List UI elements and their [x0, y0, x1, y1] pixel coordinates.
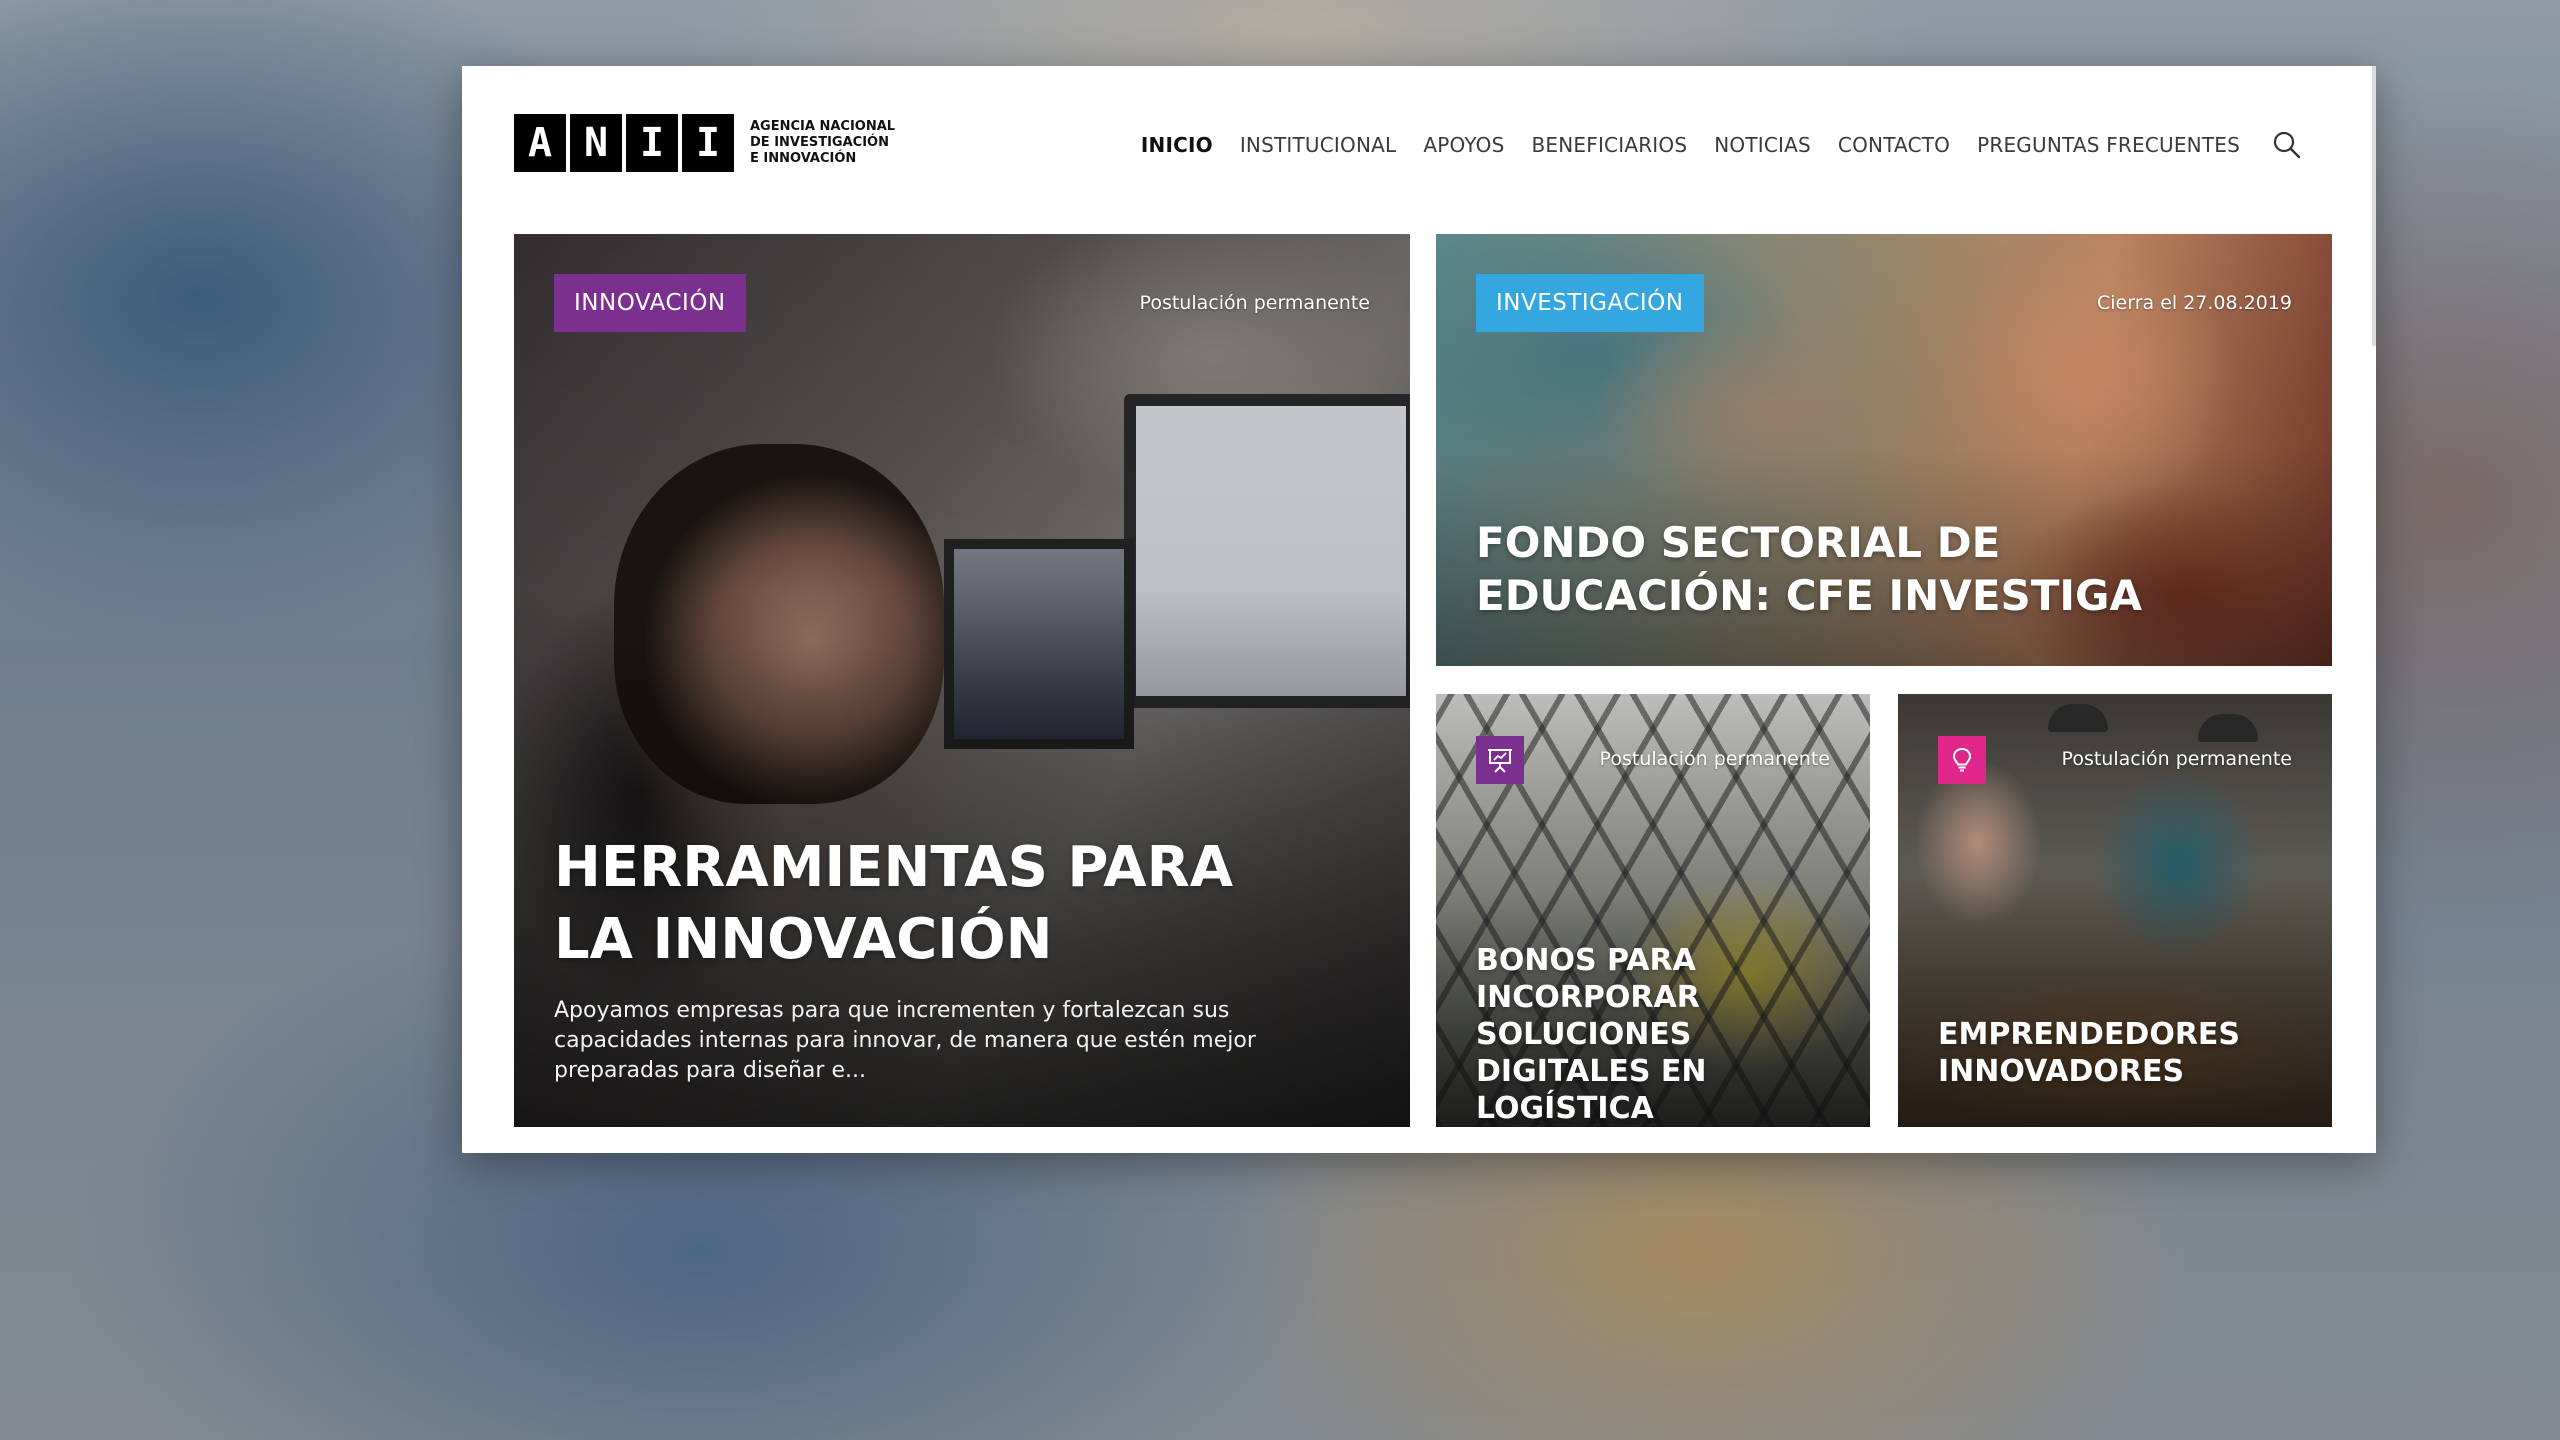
nav-item-preguntas-frecuentes[interactable]: PREGUNTAS FRECUENTES — [1977, 133, 2240, 157]
card-description: Apoyamos empresas para que incrementen y… — [554, 998, 1256, 1083]
card-title[interactable]: FONDO SECTORIAL DE EDUCACIÓN: CFE INVEST… — [1476, 516, 2296, 622]
card-title[interactable]: EMPRENDEDORES INNOVADORES — [1938, 1016, 2278, 1090]
logo-text-line: AGENCIA NACIONAL — [750, 119, 896, 134]
status-text: Postulación permanente — [2061, 748, 2292, 770]
search-button[interactable] — [2270, 128, 2304, 162]
logo-text-line: E INNOVACIÓN — [750, 151, 857, 166]
nav-item-contacto[interactable]: CONTACTO — [1838, 133, 1950, 157]
category-tag[interactable]: INVESTIGACIÓN — [1476, 274, 1704, 332]
nav-item-beneficiarios[interactable]: BENEFICIARIOS — [1532, 133, 1688, 157]
nav-item-noticias[interactable]: NOTICIAS — [1714, 133, 1811, 157]
category-badge — [1938, 736, 1986, 784]
deadline-text: Cierra el 27.08.2019 — [2096, 292, 2292, 314]
logo-letter: A — [514, 114, 566, 172]
scrollbar[interactable] — [2372, 66, 2376, 346]
logo-mark: A N I I — [514, 114, 734, 172]
anii-logo[interactable]: A N I I AGENCIA NACIONAL DE INVESTIGACIÓ… — [514, 114, 895, 172]
logo-text-line: DE INVESTIGACIÓN — [750, 135, 889, 150]
card-bonos-logistica[interactable]: Postulación permanente BONOS PARA INCORP… — [1436, 694, 1870, 1127]
lightbulb-icon — [1952, 747, 1972, 772]
logo-letter: I — [682, 114, 734, 172]
status-text: Postulación permanente — [1599, 748, 1830, 770]
main-nav: INICIO INSTITUCIONAL APOYOS BENEFICIARIO… — [1114, 128, 2304, 162]
card-title[interactable]: BONOS PARA INCORPORAR SOLUCIONES DIGITAL… — [1476, 942, 1846, 1127]
status-text: Postulación permanente — [1139, 292, 1370, 314]
nav-item-inicio[interactable]: INICIO — [1141, 133, 1213, 157]
logo-letter: I — [626, 114, 678, 172]
card-herramientas-innovacion[interactable]: INNOVACIÓN Postulación permanente HERRAM… — [514, 234, 1410, 1127]
browser-page: A N I I AGENCIA NACIONAL DE INVESTIGACIÓ… — [462, 66, 2376, 1153]
category-badge — [1476, 736, 1524, 784]
logo-letter: N — [570, 114, 622, 172]
logo-text: AGENCIA NACIONAL DE INVESTIGACIÓN E INNO… — [750, 119, 895, 167]
card-title[interactable]: HERRAMIENTAS PARA LA INNOVACIÓN — [554, 832, 1274, 976]
card-emprendedores-innovadores[interactable]: Postulación permanente EMPRENDEDORES INN… — [1898, 694, 2332, 1127]
card-fondo-sectorial[interactable]: INVESTIGACIÓN Cierra el 27.08.2019 FONDO… — [1436, 234, 2332, 666]
search-icon — [2273, 131, 2301, 159]
nav-item-institucional[interactable]: INSTITUCIONAL — [1240, 133, 1397, 157]
category-tag[interactable]: INNOVACIÓN — [554, 274, 746, 332]
nav-item-apoyos[interactable]: APOYOS — [1423, 133, 1504, 157]
presentation-icon — [1488, 749, 1512, 773]
